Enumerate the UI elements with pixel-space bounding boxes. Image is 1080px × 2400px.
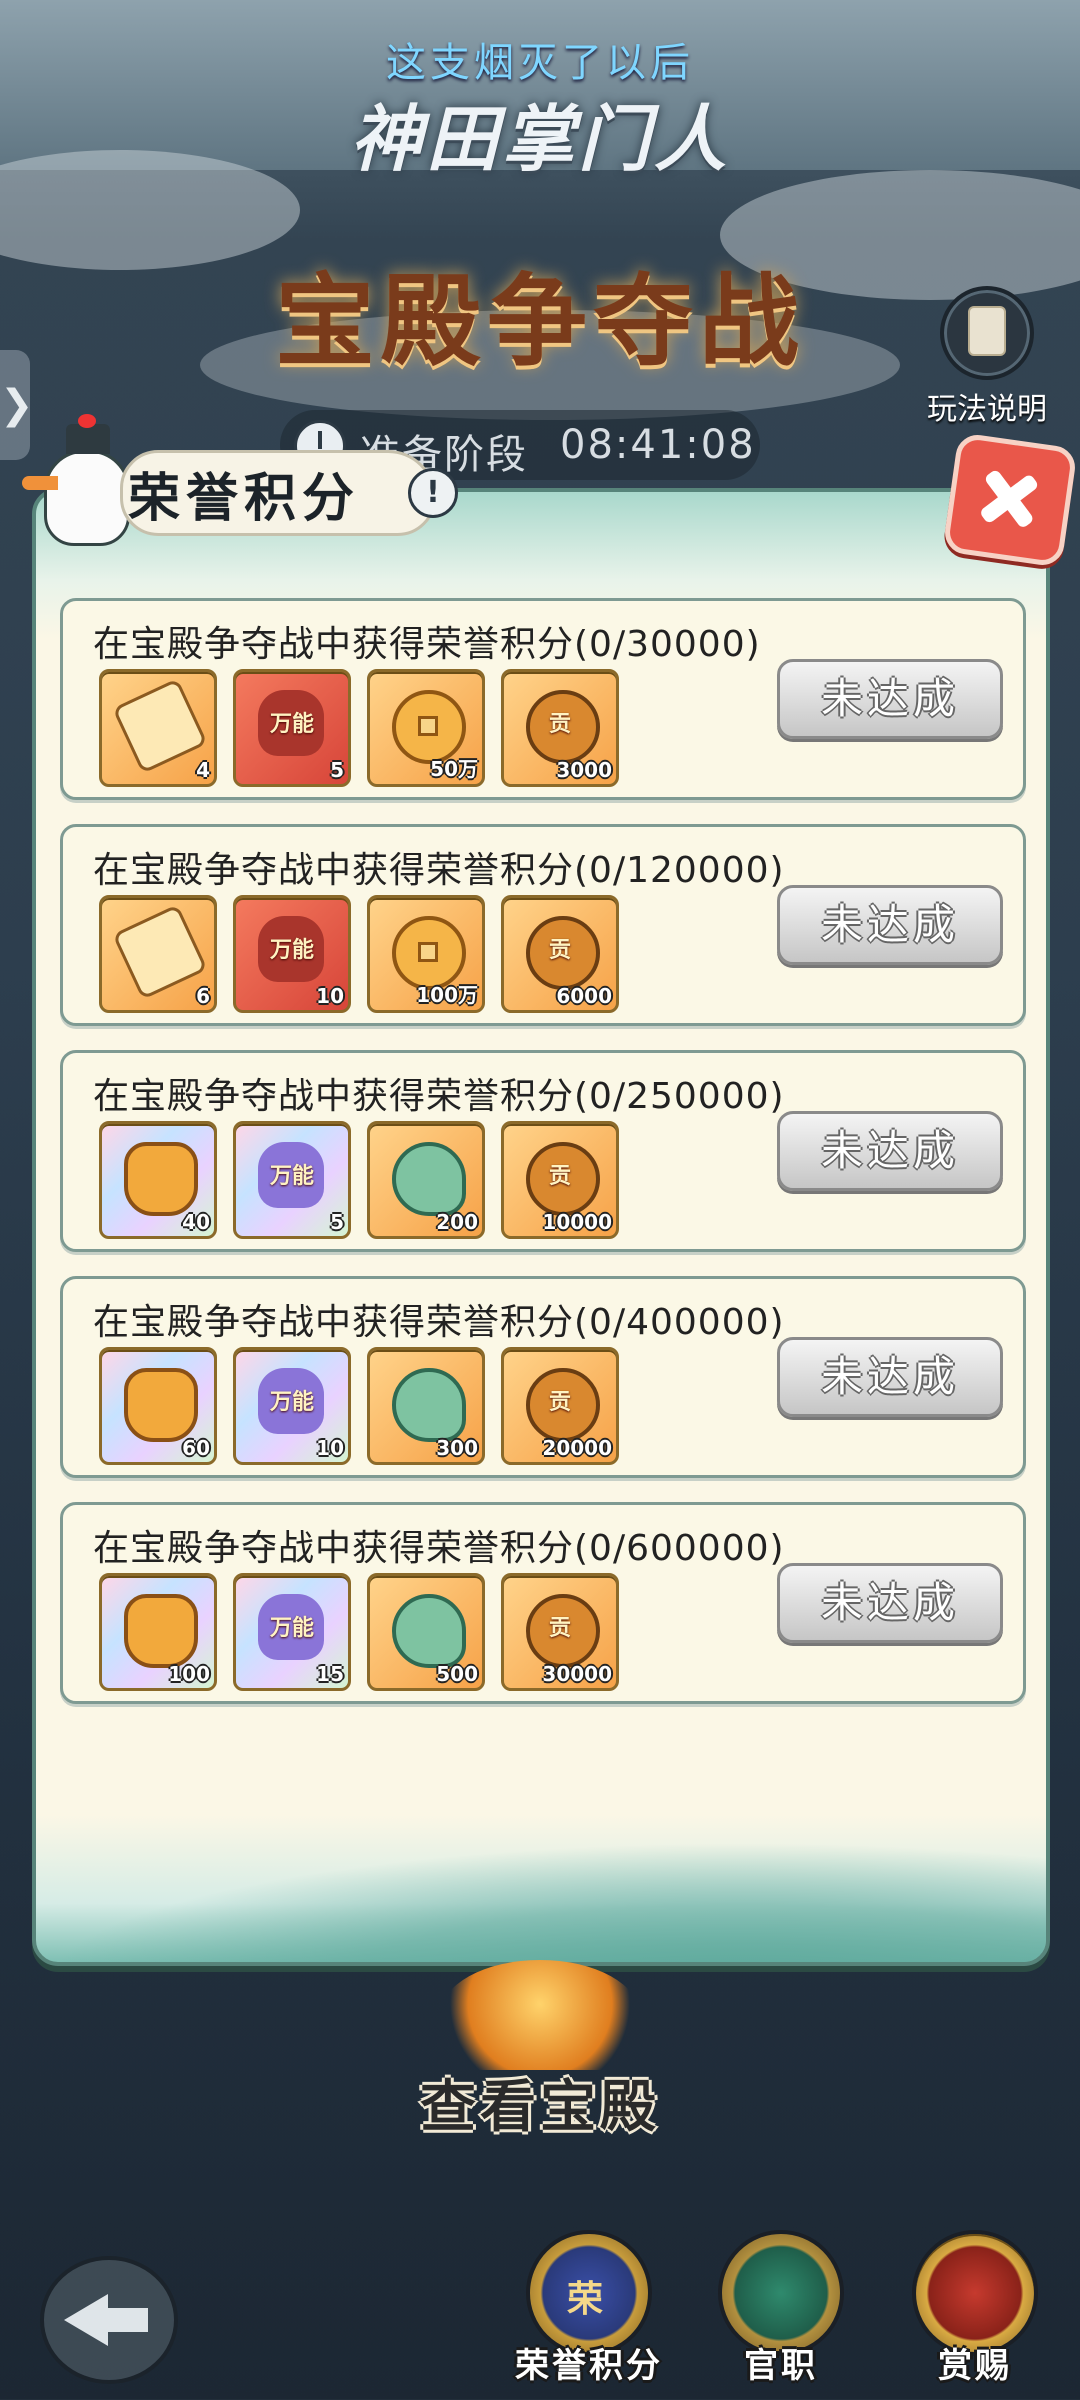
- phase-countdown: 08:41:08: [560, 422, 756, 468]
- reward-item[interactable]: 6: [99, 895, 217, 1013]
- reward-item[interactable]: 贡 30000: [501, 1573, 619, 1691]
- not-achieved-button[interactable]: 未达成: [777, 1111, 1003, 1191]
- reward-item[interactable]: 万能 5: [233, 669, 351, 787]
- gold-ingot-icon: [124, 1142, 198, 1216]
- reward-item[interactable]: 100万: [367, 895, 485, 1013]
- ticket-icon: [112, 678, 208, 774]
- nav-item-reward-chest[interactable]: 赏赐: [900, 2230, 1050, 2400]
- reward-item[interactable]: 300: [367, 1347, 485, 1465]
- reward-glyph: 万能: [269, 1390, 314, 1415]
- reward-glyph: 万能: [269, 712, 314, 737]
- rules-button[interactable]: 玩法说明: [912, 286, 1062, 428]
- panel-title: 荣誉积分: [128, 469, 361, 529]
- reward-quantity: 300: [436, 1436, 478, 1460]
- reward-item[interactable]: 贡 20000: [501, 1347, 619, 1465]
- reward-quantity: 10000: [542, 1210, 612, 1234]
- reward-item[interactable]: 万能 10: [233, 1347, 351, 1465]
- reward-item[interactable]: 200: [367, 1121, 485, 1239]
- gold-ingot-icon: [124, 1594, 198, 1668]
- jade-dragon-icon: [392, 1368, 466, 1442]
- reward-item[interactable]: 万能 15: [233, 1573, 351, 1691]
- reward-quantity: 10: [316, 1436, 344, 1460]
- reward-quantity: 100万: [416, 983, 478, 1007]
- reward-quantity: 500: [436, 1662, 478, 1686]
- jade-dragon-icon: [392, 1594, 466, 1668]
- nav-glyph: 荣: [566, 2279, 603, 2320]
- reward-quantity: 200: [436, 1210, 478, 1234]
- reward-quantity: 50万: [430, 757, 478, 781]
- reward-glyph: 万能: [269, 938, 314, 963]
- task-card: 在宝殿争夺战中获得荣誉积分(0/30000) 4 万能 5 50万 贡 3000 未达成: [60, 598, 1026, 800]
- reward-item[interactable]: 贡 6000: [501, 895, 619, 1013]
- reward-glyph: 万能: [269, 1616, 314, 1641]
- flame-sword-icon: [440, 1960, 640, 2070]
- ticket-icon: [112, 904, 208, 1000]
- nav-label: 赏赐: [938, 2346, 1012, 2386]
- reward-item[interactable]: 100: [99, 1573, 217, 1691]
- reward-glyph: 贡: [548, 938, 571, 963]
- task-title: 在宝殿争夺战中获得荣誉积分(0/30000): [93, 624, 761, 665]
- rules-label: 玩法说明: [927, 392, 1047, 427]
- reward-item[interactable]: 万能 5: [233, 1121, 351, 1239]
- reward-item[interactable]: 60: [99, 1347, 217, 1465]
- reward-glyph: 贡: [548, 1616, 571, 1641]
- task-title: 在宝殿争夺战中获得荣誉积分(0/120000): [93, 850, 785, 891]
- task-card: 在宝殿争夺战中获得荣誉积分(0/400000) 60 万能 10 300 贡 20000 未达…: [60, 1276, 1026, 1478]
- gold-ingot-icon: [124, 1368, 198, 1442]
- not-achieved-button[interactable]: 未达成: [777, 1337, 1003, 1417]
- reward-quantity: 10: [316, 984, 344, 1008]
- reward-item[interactable]: 4: [99, 669, 217, 787]
- reward-item[interactable]: 50万: [367, 669, 485, 787]
- reward-glyph: 贡: [548, 712, 571, 737]
- reward-item[interactable]: 500: [367, 1573, 485, 1691]
- task-title: 在宝殿争夺战中获得荣誉积分(0/400000): [93, 1302, 785, 1343]
- reward-quantity: 4: [196, 758, 210, 782]
- reward-glyph: 贡: [548, 1390, 571, 1415]
- reward-item[interactable]: 万能 10: [233, 895, 351, 1013]
- info-icon[interactable]: !: [408, 468, 458, 518]
- reward-quantity: 6: [196, 984, 210, 1008]
- reward-quantity: 5: [330, 1210, 344, 1234]
- task-card: 在宝殿争夺战中获得荣誉积分(0/600000) 100 万能 15 500 贡 30000 未…: [60, 1502, 1026, 1704]
- nav-label: 官职: [744, 2346, 818, 2386]
- not-achieved-button[interactable]: 未达成: [777, 1563, 1003, 1643]
- view-hall-label: 查看宝殿: [420, 2075, 660, 2140]
- reward-glyph: 万能: [269, 1164, 314, 1189]
- panel-header: 荣誉积分 !: [120, 440, 458, 536]
- reward-quantity: 3000: [556, 758, 612, 782]
- reward-quantity: 20000: [542, 1436, 612, 1460]
- jade-dragon-icon: [392, 1142, 466, 1216]
- nav-item-honor-points[interactable]: 荣荣誉积分: [514, 2230, 664, 2400]
- not-achieved-button[interactable]: 未达成: [777, 885, 1003, 965]
- reward-quantity: 40: [182, 1210, 210, 1234]
- task-card: 在宝殿争夺战中获得荣誉积分(0/120000) 6 万能 10 100万 贡 6000 未达成: [60, 824, 1026, 1026]
- reward-glyph: 贡: [548, 1164, 571, 1189]
- scroll-icon: [940, 286, 1034, 380]
- reward-quantity: 30000: [542, 1662, 612, 1686]
- reward-quantity: 100: [168, 1662, 210, 1686]
- not-achieved-button[interactable]: 未达成: [777, 659, 1003, 739]
- close-button[interactable]: [942, 432, 1078, 568]
- reward-quantity: 6000: [556, 984, 612, 1008]
- wave-decoration: [36, 1842, 1046, 1962]
- nav-item-official-post[interactable]: 官职: [706, 2230, 856, 2400]
- nav-label: 荣誉积分: [515, 2346, 663, 2386]
- reward-item[interactable]: 贡 3000: [501, 669, 619, 787]
- task-title: 在宝殿争夺战中获得荣誉积分(0/600000): [93, 1528, 785, 1569]
- back-button[interactable]: [40, 2256, 178, 2384]
- reward-item[interactable]: 贡 10000: [501, 1121, 619, 1239]
- reward-quantity: 60: [182, 1436, 210, 1460]
- reward-item[interactable]: 40: [99, 1121, 217, 1239]
- view-hall-button[interactable]: 查看宝殿: [380, 1960, 700, 2140]
- task-title: 在宝殿争夺战中获得荣誉积分(0/250000): [93, 1076, 785, 1117]
- reward-quantity: 15: [316, 1662, 344, 1686]
- game-logo: 神田掌门人: [349, 97, 730, 181]
- task-card: 在宝殿争夺战中获得荣誉积分(0/250000) 40 万能 5 200 贡 10000 未达成: [60, 1050, 1026, 1252]
- reward-quantity: 5: [330, 758, 344, 782]
